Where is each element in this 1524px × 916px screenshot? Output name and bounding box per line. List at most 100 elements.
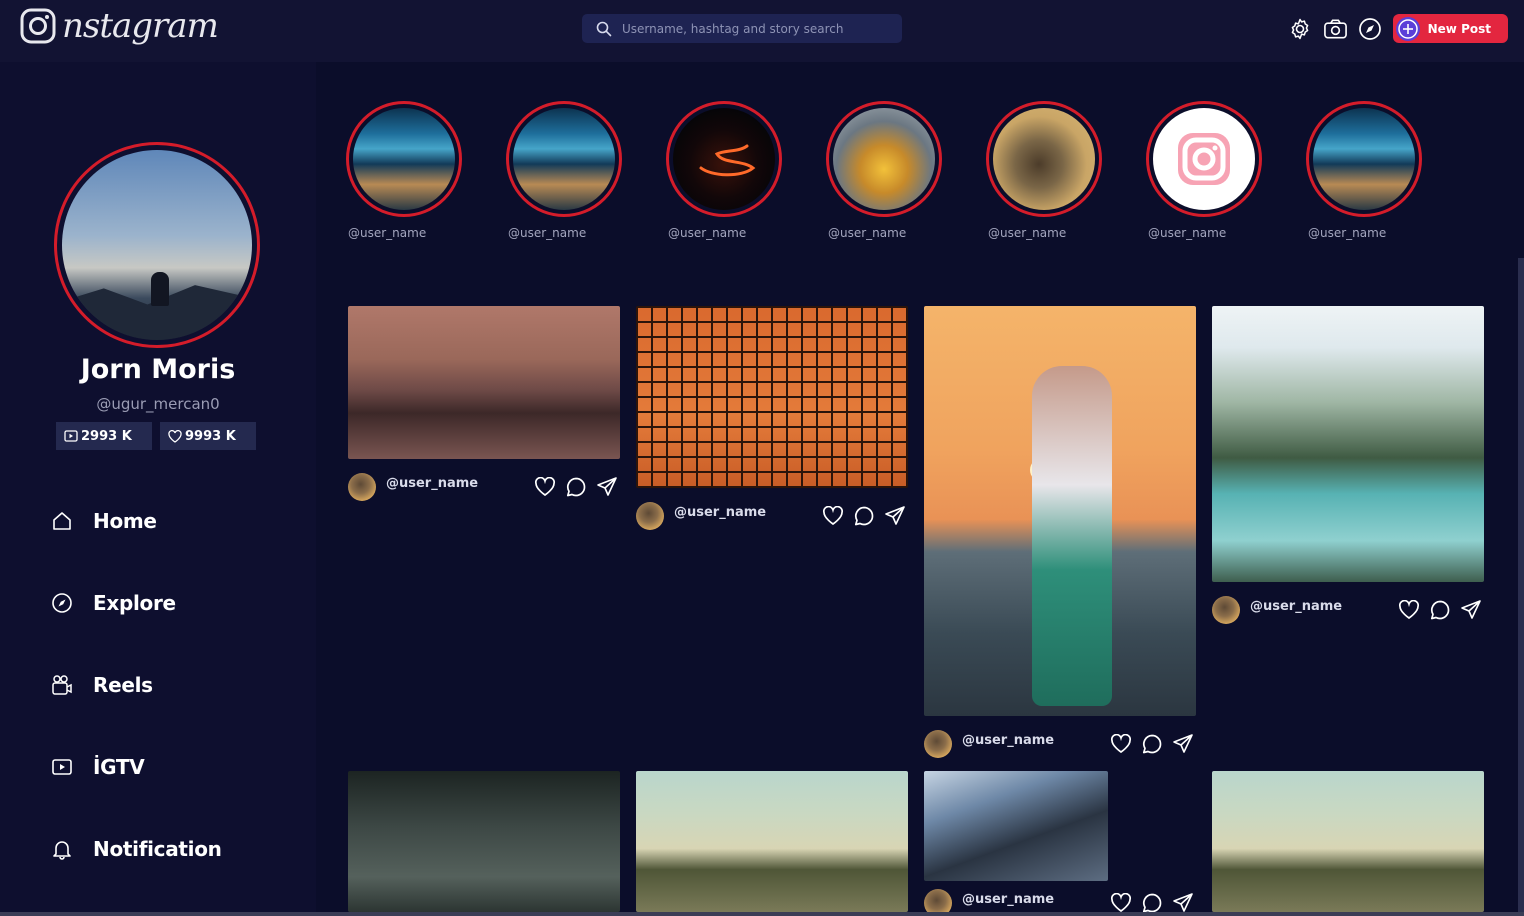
comment-icon: [1142, 734, 1162, 754]
story-item[interactable]: @user_name: [506, 101, 622, 240]
share-button[interactable]: [596, 476, 618, 498]
share-button[interactable]: [1172, 892, 1194, 914]
avatar[interactable]: [1212, 596, 1240, 624]
stat-views-value: 2993 K: [81, 428, 132, 444]
sidebar-item-label: Notification: [93, 837, 222, 861]
post-image[interactable]: [924, 306, 1196, 716]
new-post-button[interactable]: New Post: [1392, 14, 1508, 43]
post-card: [348, 771, 620, 912]
story-image: [513, 108, 615, 210]
story-item[interactable]: @user_name: [1306, 101, 1422, 240]
search-bar[interactable]: [582, 14, 902, 43]
story-item[interactable]: @user_name: [1146, 101, 1262, 240]
instagram-icon: [1178, 133, 1230, 185]
igtv-icon: [50, 756, 73, 779]
profile-avatar[interactable]: [54, 142, 260, 348]
comment-button[interactable]: [1429, 599, 1451, 621]
share-button[interactable]: [1460, 599, 1482, 621]
bell-icon: [50, 838, 73, 861]
heart-icon: [534, 477, 556, 497]
like-button[interactable]: [822, 505, 844, 527]
sidebar: Jorn Moris @ugur_mercan0 2993 K 9993 K H…: [0, 62, 316, 916]
heart-icon: [1110, 734, 1132, 754]
avatar[interactable]: [924, 730, 952, 758]
camera-button[interactable]: [1323, 16, 1348, 41]
post-card: @user_name: [924, 306, 1196, 764]
settings-button[interactable]: [1288, 16, 1313, 41]
post-card: @user_name: [924, 771, 1196, 916]
comment-icon: [1430, 600, 1450, 620]
top-bar: nstagram Username, hashtag and story sea…: [0, 0, 1524, 62]
post-image[interactable]: [924, 771, 1108, 881]
heart-icon: [168, 429, 182, 443]
sidebar-item-explore[interactable]: Explore: [50, 562, 222, 644]
explore-button[interactable]: [1358, 16, 1383, 41]
post-image[interactable]: [636, 306, 908, 488]
story-image: [993, 108, 1095, 210]
reels-icon: [50, 674, 73, 697]
post-image[interactable]: [348, 771, 620, 912]
bottom-edge: [0, 912, 1524, 916]
like-button[interactable]: [1398, 599, 1420, 621]
scrollbar-thumb[interactable]: [1518, 258, 1524, 912]
comment-button[interactable]: [1141, 892, 1163, 914]
post-card: [636, 771, 908, 912]
story-image: [673, 108, 775, 210]
post-username[interactable]: @user_name: [386, 476, 478, 491]
search-input[interactable]: [622, 21, 892, 36]
instagram-logo[interactable]: nstagram: [20, 6, 219, 46]
comment-button[interactable]: [565, 476, 587, 498]
profile-name: Jorn Moris: [80, 354, 236, 385]
like-button[interactable]: [534, 476, 556, 498]
story-item[interactable]: @user_name: [346, 101, 462, 240]
scrollbar-track: [1518, 62, 1524, 258]
story-username: @user_name: [508, 226, 587, 240]
comment-button[interactable]: [853, 505, 875, 527]
post-username[interactable]: @user_name: [1250, 599, 1342, 614]
like-button[interactable]: [1110, 733, 1132, 755]
stat-likes: 9993 K: [160, 422, 256, 450]
post-image[interactable]: [1212, 771, 1484, 912]
avatar[interactable]: [636, 502, 664, 530]
profile-handle: @ugur_mercan0: [96, 395, 220, 413]
comment-button[interactable]: [1141, 733, 1163, 755]
sidebar-item-notification[interactable]: Notification: [50, 808, 222, 890]
story-item[interactable]: @user_name: [986, 101, 1102, 240]
story-username: @user_name: [828, 226, 907, 240]
story-username: @user_name: [348, 226, 427, 240]
share-button[interactable]: [884, 505, 906, 527]
logo-text: nstagram: [62, 6, 219, 46]
avatar[interactable]: [348, 473, 376, 501]
post-image[interactable]: [636, 771, 908, 912]
story-item[interactable]: @user_name: [826, 101, 942, 240]
share-button[interactable]: [1172, 733, 1194, 755]
post-card: @user_name: [1212, 306, 1484, 630]
sidebar-item-label: Home: [93, 509, 157, 533]
sidebar-item-reels[interactable]: Reels: [50, 644, 222, 726]
story-item[interactable]: @user_name: [666, 101, 782, 240]
stat-views: 2993 K: [56, 422, 152, 450]
story-username: @user_name: [1308, 226, 1387, 240]
comment-icon: [566, 477, 586, 497]
sidebar-item-label: İGTV: [93, 755, 145, 779]
sidebar-item-igtv[interactable]: İGTV: [50, 726, 222, 808]
compass-icon: [50, 592, 73, 615]
post-card: @user_name: [348, 306, 620, 507]
send-icon: [1173, 893, 1193, 912]
post-username[interactable]: @user_name: [962, 733, 1054, 748]
instagram-icon: [20, 8, 56, 44]
story-image: [1153, 108, 1255, 210]
post-username[interactable]: @user_name: [962, 892, 1054, 907]
sidebar-nav: Home Explore Reels İGTV Notification: [50, 480, 222, 890]
post-username[interactable]: @user_name: [674, 505, 766, 520]
like-button[interactable]: [1110, 892, 1132, 914]
post-image[interactable]: [1212, 306, 1484, 582]
camera-icon: [1323, 19, 1347, 38]
comment-icon: [854, 506, 874, 526]
send-icon: [1173, 734, 1193, 753]
sidebar-item-home[interactable]: Home: [50, 480, 222, 562]
send-icon: [1461, 600, 1481, 619]
gear-icon: [1291, 18, 1309, 39]
post-image[interactable]: [348, 306, 620, 459]
new-post-label: New Post: [1427, 21, 1491, 36]
